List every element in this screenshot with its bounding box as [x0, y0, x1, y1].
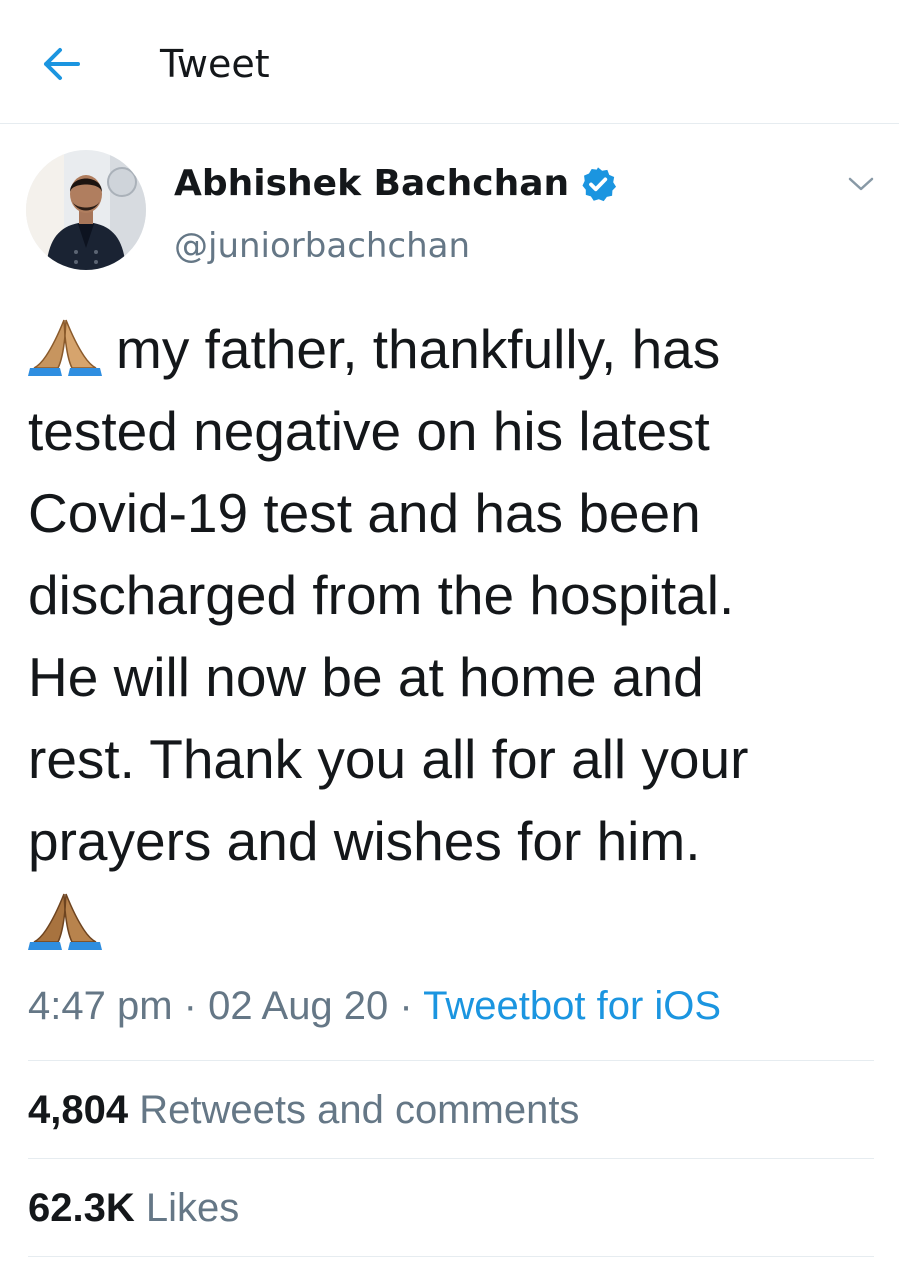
author-name-text: Abhishek Bachchan — [174, 163, 570, 204]
author-name[interactable]: Abhishek Bachchan — [174, 160, 617, 208]
arrow-left-icon — [44, 48, 80, 80]
retweets-stat[interactable]: 4,804 Retweets and comments — [28, 1082, 579, 1138]
tweet-text-line: Covid-19 test and has been — [28, 482, 701, 544]
back-button[interactable] — [30, 32, 94, 96]
tweet-text: my father, thankfully, has tested negati… — [28, 308, 880, 964]
folded-hands-emoji — [28, 319, 102, 376]
likes-count: 62.3K — [28, 1186, 135, 1230]
tweet-text-line: prayers and wishes for him. — [28, 810, 701, 872]
tweet-text-line-text: my father, thankfully, has — [116, 318, 721, 380]
retweets-label: Retweets and comments — [139, 1088, 580, 1132]
tweet-date: 02 Aug 20 — [208, 984, 389, 1028]
folded-hands-emoji — [28, 893, 102, 950]
retweets-count: 4,804 — [28, 1088, 129, 1132]
tweet-meta: 4:47 pm · 02 Aug 20 · Tweetbot for iOS — [28, 978, 721, 1034]
likes-label: Likes — [145, 1186, 240, 1230]
tweet-time: 4:47 pm — [28, 984, 173, 1028]
divider — [28, 1158, 874, 1159]
author-handle[interactable]: @juniorbachchan — [174, 222, 470, 270]
divider — [28, 1256, 874, 1257]
divider — [28, 1060, 874, 1061]
tweet-source-link[interactable]: Tweetbot for iOS — [423, 984, 721, 1028]
likes-stat[interactable]: 62.3K Likes — [28, 1180, 239, 1236]
tweet-text-line: my father, thankfully, has — [28, 308, 880, 390]
meta-separator: · — [399, 984, 413, 1028]
chevron-down-icon — [848, 177, 874, 191]
tweet-text-line: rest. Thank you all for all your — [28, 728, 749, 790]
tweet-text-line: He will now be at home and — [28, 646, 704, 708]
page-title: Tweet — [160, 42, 270, 86]
tweet-options-button[interactable] — [836, 164, 886, 204]
avatar[interactable] — [26, 150, 146, 270]
verified-badge-icon — [582, 167, 617, 202]
tweet-text-line: tested negative on his latest — [28, 400, 710, 462]
top-bar: Tweet — [0, 0, 899, 124]
meta-separator: · — [183, 984, 197, 1028]
tweet-text-line — [28, 882, 880, 964]
tweet-text-line: discharged from the hospital. — [28, 564, 735, 626]
